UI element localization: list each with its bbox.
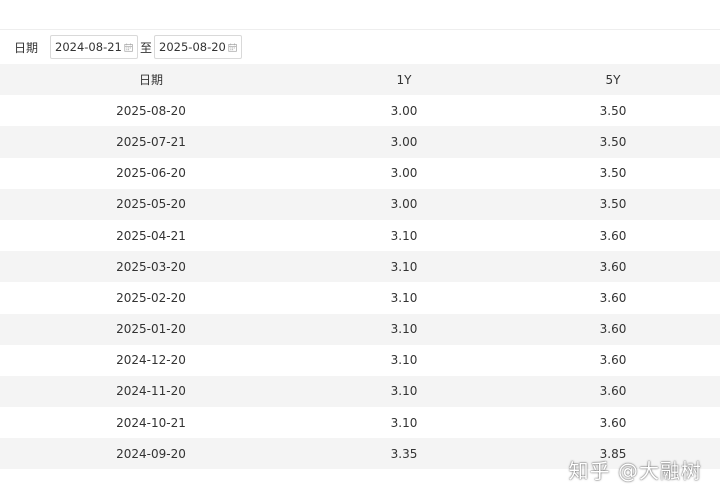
cell-date: 2025-02-20 — [116, 290, 186, 305]
table-row: 2024-11-20 3.10 3.60 — [0, 375, 720, 408]
cell-1y: 3.00 — [390, 134, 418, 149]
cell-date: 2024-10-21 — [116, 415, 186, 430]
cell-date: 2025-06-20 — [116, 166, 186, 181]
cell-date: 2025-08-20 — [116, 103, 186, 118]
cell-5y: 3.60 — [599, 259, 627, 274]
cell-5y: 3.50 — [599, 197, 627, 212]
cell-5y: 3.60 — [599, 384, 627, 399]
cell-5y: 3.60 — [599, 415, 627, 430]
cell-1y: 3.00 — [390, 197, 418, 212]
cell-date: 2025-07-21 — [116, 134, 186, 149]
cell-5y: 3.60 — [599, 353, 627, 368]
page: 日期 2024-08-21 至 2025-08-20 日期 1Y 5Y 2025… — [0, 0, 720, 500]
cell-1y: 3.10 — [390, 322, 418, 337]
cell-date: 2025-05-20 — [116, 197, 186, 212]
cell-5y: 3.50 — [599, 103, 627, 118]
cell-1y: 3.10 — [390, 384, 418, 399]
cell-1y: 3.35 — [390, 446, 418, 461]
table-row: 2024-12-20 3.10 3.60 — [0, 344, 720, 376]
date-range-separator: 至 — [140, 40, 153, 55]
cell-date: 2025-01-20 — [116, 322, 186, 337]
cell-1y: 3.00 — [390, 166, 418, 181]
table-row: 2025-08-20 3.00 3.50 — [0, 95, 720, 127]
table-row: 2025-05-20 3.00 3.50 — [0, 188, 720, 220]
table-body: 2025-08-20 3.00 3.50 2025-07-21 3.00 3.50 2025… — [0, 95, 720, 470]
table-row: 2025-07-21 3.00 3.50 — [0, 126, 720, 158]
calendar-icon[interactable] — [228, 42, 237, 53]
cell-5y: 3.60 — [599, 228, 627, 243]
column-header-1y[interactable]: 1Y — [302, 64, 506, 95]
calendar-icon[interactable] — [124, 42, 133, 53]
table-header: 日期 1Y 5Y — [0, 64, 720, 96]
cell-5y: 3.60 — [599, 322, 627, 337]
column-header-5y[interactable]: 5Y — [506, 64, 720, 95]
table-row: 2025-02-20 3.10 3.60 — [0, 282, 720, 314]
date-filter-label: 日期 — [14, 40, 39, 55]
cell-1y: 3.10 — [390, 353, 418, 368]
cell-5y: 3.50 — [599, 166, 627, 181]
cell-1y: 3.10 — [390, 290, 418, 305]
start-date-value: 2024-08-21 — [55, 40, 122, 54]
cell-5y: 3.50 — [599, 134, 627, 149]
date-filter-bar: 日期 2024-08-21 至 2025-08-20 — [0, 34, 243, 60]
cell-1y: 3.10 — [390, 228, 418, 243]
start-date-input[interactable]: 2024-08-21 — [50, 35, 139, 59]
cell-date: 2025-03-20 — [116, 259, 186, 274]
cell-1y: 3.10 — [390, 415, 418, 430]
cell-1y: 3.10 — [390, 259, 418, 274]
table-row: 2025-04-21 3.10 3.60 — [0, 219, 720, 252]
end-date-value: 2025-08-20 — [159, 40, 226, 54]
table-row: 2025-03-20 3.10 3.60 — [0, 251, 720, 283]
watermark: 知乎 @大融树 — [568, 459, 702, 483]
cell-date: 2024-12-20 — [116, 353, 186, 368]
table-row: 2024-10-21 3.10 3.60 — [0, 407, 720, 439]
table-row: 2025-01-20 3.10 3.60 — [0, 313, 720, 345]
column-header-date[interactable]: 日期 — [0, 64, 302, 95]
table-header-row: 日期 1Y 5Y — [0, 64, 720, 96]
cell-date: 2024-11-20 — [116, 384, 186, 399]
end-date-input[interactable]: 2025-08-20 — [154, 35, 243, 59]
rates-table: 日期 1Y 5Y 2025-08-20 3.00 3.50 2025-07-21 3.0… — [0, 64, 720, 470]
cell-5y: 3.60 — [599, 290, 627, 305]
cell-1y: 3.00 — [390, 103, 418, 118]
cell-date: 2024-09-20 — [116, 446, 186, 461]
top-strip — [0, 0, 720, 30]
table-row: 2025-06-20 3.00 3.50 — [0, 157, 720, 189]
cell-date: 2025-04-21 — [116, 228, 186, 243]
